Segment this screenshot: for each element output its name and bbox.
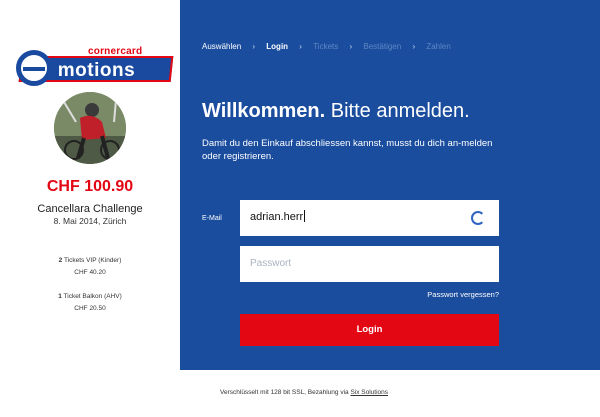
step-separator-icon: › [252, 42, 256, 51]
email-label: E-Mail [202, 215, 222, 222]
event-image [54, 92, 126, 164]
password-field[interactable]: Passwort [240, 246, 499, 282]
ticket-qty: 1 [58, 293, 62, 300]
step-auswaehlen[interactable]: Auswählen [202, 42, 241, 51]
footer: Verschlüsselt mit 128 bit SSL, Bezahlung… [0, 389, 600, 396]
loading-spinner-icon [471, 211, 485, 225]
ticket-label: Ticket Balkon (AHV) [63, 293, 122, 300]
ticket-item: 2 Tickets VIP (Kinder) CHF 40.20 [0, 255, 180, 279]
ticket-qty: 2 [58, 257, 63, 264]
checkout-steps: Auswählen › Login › Tickets › Bestätigen… [202, 42, 451, 51]
footer-text: Verschlüsselt mit 128 bit SSL, Bezahlung… [220, 389, 351, 396]
order-summary-panel: cornercard motions CHF 100.90 Cancellara… [0, 0, 180, 370]
step-separator-icon: › [349, 42, 353, 51]
welcome-rest: Bitte anmelden. [325, 100, 470, 122]
ticket-price: CHF 40.20 [74, 269, 106, 276]
text-caret [304, 210, 306, 222]
email-field[interactable]: adrian.herr [240, 200, 499, 236]
step-zahlen: Zahlen [426, 42, 451, 51]
logo-e-icon [16, 50, 52, 86]
login-button[interactable]: Login [240, 314, 499, 346]
password-placeholder: Passwort [250, 258, 292, 269]
emotions-wordmark: motions [57, 60, 136, 81]
forgot-password-link[interactable]: Passwort vergessen? [427, 290, 499, 299]
step-tickets: Tickets [313, 42, 339, 51]
step-login: Login [266, 42, 289, 51]
ticket-price: CHF 20.50 [74, 305, 106, 312]
email-value: adrian.herr [250, 210, 306, 223]
step-bestaetigen: Bestätigen [363, 42, 402, 51]
page-title: Willkommen. Bitte anmelden. [202, 100, 470, 123]
event-date: 8. Mai 2014, Zürich [53, 216, 127, 226]
ticket-item: 1 Ticket Balkon (AHV) CHF 20.50 [0, 291, 180, 315]
total-price: CHF 100.90 [46, 178, 134, 195]
six-solutions-link[interactable]: Six Solutions [350, 389, 388, 396]
emotions-logo[interactable]: cornercard motions [10, 22, 174, 86]
step-separator-icon: › [299, 42, 302, 51]
event-name: Cancellara Challenge [37, 203, 143, 215]
login-panel: Auswählen › Login › Tickets › Bestätigen… [180, 0, 600, 370]
welcome-bold: Willkommen. [202, 100, 326, 122]
intro-text: Damit du den Einkauf abschliessen kannst… [202, 138, 493, 162]
ticket-label: Tickets VIP (Kinder) [63, 257, 122, 264]
step-separator-icon: › [412, 42, 416, 51]
